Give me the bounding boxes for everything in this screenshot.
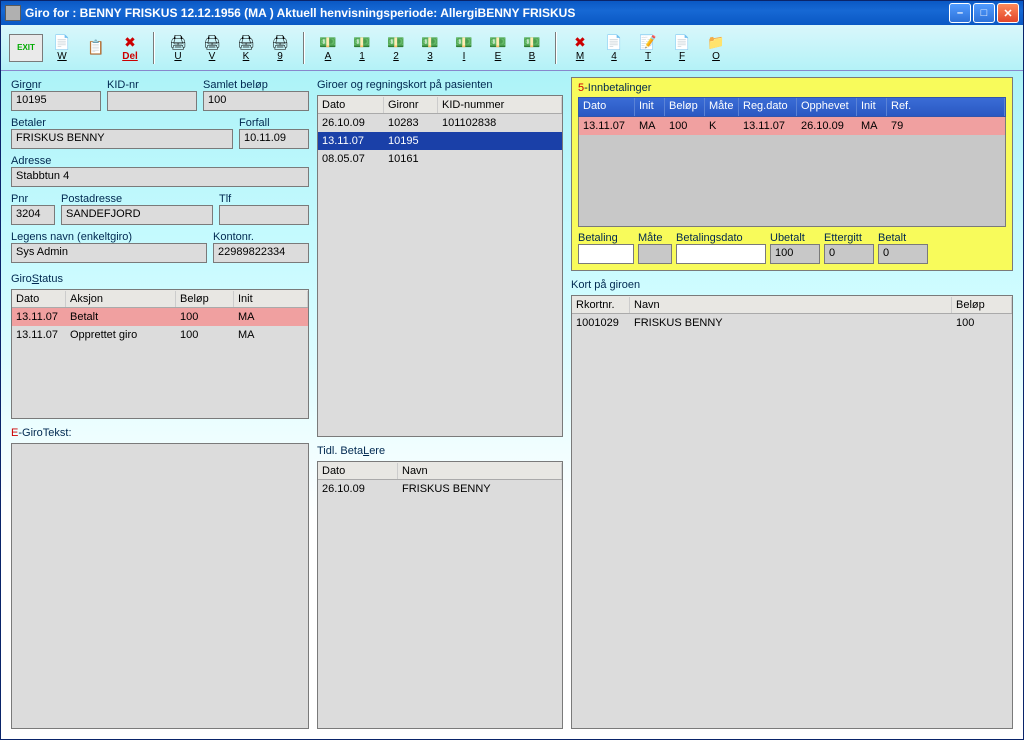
innb-table[interactable]: 13.11.07MA100K13.11.0726.10.09MA79 — [578, 117, 1006, 227]
kontonr-label: Kontonr. — [213, 231, 309, 243]
toolbar-sep-1 — [153, 32, 155, 64]
betdato-label: Betalingsdato — [676, 232, 766, 244]
kort-table[interactable]: Rkortnr. Navn Beløp 1001029FRISKUS BENNY… — [571, 295, 1013, 729]
gironr-input[interactable]: 10195 — [11, 91, 101, 111]
tool-blank[interactable]: 📋 — [81, 39, 111, 57]
exit-button[interactable]: EXIT — [9, 34, 43, 62]
tool-i[interactable]: 💵I — [449, 33, 479, 62]
table-row[interactable]: 13.11.0710195 — [318, 132, 562, 150]
betalt-label: Betalt — [878, 232, 928, 244]
betaling-input[interactable] — [578, 244, 634, 264]
betaler-input[interactable]: FRISKUS BENNY — [11, 129, 233, 149]
gironr-label: Gironr — [11, 79, 101, 91]
adresse-input[interactable]: Stabbtun 4 — [11, 167, 309, 187]
kort-label: Kort på giroen — [571, 279, 1013, 291]
maximize-button[interactable]: □ — [973, 3, 995, 23]
legens-input[interactable]: Sys Admin — [11, 243, 207, 263]
tool-w[interactable]: 📄W — [47, 33, 77, 62]
tool-1[interactable]: 💵1 — [347, 33, 377, 62]
app-icon — [5, 5, 21, 21]
forfall-input[interactable]: 10.11.09 — [239, 129, 309, 149]
betdato-input[interactable] — [676, 244, 766, 264]
giroer-head: Dato Gironr KID-nummer — [318, 96, 562, 114]
toolbar-sep-2 — [303, 32, 305, 64]
app-window: Giro for : BENNY FRISKUS 12.12.1956 (MA … — [0, 0, 1024, 740]
middle-column: Giroer og regningskort på pasienten Dato… — [317, 77, 563, 729]
table-row[interactable]: 26.10.09FRISKUS BENNY — [318, 480, 562, 498]
toolbar-sep-3 — [555, 32, 557, 64]
window-title: Giro for : BENNY FRISKUS 12.12.1956 (MA … — [25, 6, 949, 20]
table-row[interactable]: 13.11.07Opprettet giro100MA — [12, 326, 308, 344]
samlet-input[interactable]: 100 — [203, 91, 309, 111]
tlf-input[interactable] — [219, 205, 309, 225]
giroer-label: Giroer og regningskort på pasienten — [317, 79, 563, 91]
girostatus-label: GiroStatus — [11, 273, 309, 285]
right-column: 5-Innbetalinger Dato Init Beløp Måte Reg… — [571, 77, 1013, 729]
ubetalt-label: Ubetalt — [770, 232, 820, 244]
tool-4[interactable]: 📄4 — [599, 33, 629, 62]
innb-head: Dato Init Beløp Måte Reg.dato Opphevet I… — [578, 97, 1006, 117]
titlebar: Giro for : BENNY FRISKUS 12.12.1956 (MA … — [1, 1, 1023, 25]
table-row[interactable]: 13.11.07Betalt100MA — [12, 308, 308, 326]
betalt-input[interactable]: 0 — [878, 244, 928, 264]
tool-9[interactable]: 🖨9 — [265, 33, 295, 62]
table-row[interactable]: 13.11.07MA100K13.11.0726.10.09MA79 — [579, 117, 1005, 135]
tool-2[interactable]: 💵2 — [381, 33, 411, 62]
toolbar: EXIT 📄W 📋 ✖Del 🖨U 🖨V 🖨K 🖨9 💵A 💵1 💵2 💵3 💵… — [1, 25, 1023, 71]
left-column: Gironr 10195 KID-nr Samlet beløp 100 Bet… — [11, 77, 309, 729]
close-button[interactable]: ✕ — [997, 3, 1019, 23]
tlf-label: Tlf — [219, 193, 309, 205]
legens-label: Legens navn (enkeltgiro) — [11, 231, 207, 243]
pnr-label: Pnr — [11, 193, 55, 205]
kid-label: KID-nr — [107, 79, 197, 91]
ettergitt-label: Ettergitt — [824, 232, 874, 244]
kid-input[interactable] — [107, 91, 197, 111]
egiro-label: E-GiroTekst: — [11, 427, 309, 439]
egiro-textarea[interactable] — [11, 443, 309, 729]
mate-input[interactable] — [638, 244, 672, 264]
tool-v[interactable]: 🖨V — [197, 33, 227, 62]
betaling-label: Betaling — [578, 232, 634, 244]
girostatus-table[interactable]: Dato Aksjon Beløp Init 13.11.07Betalt100… — [11, 289, 309, 419]
tool-f[interactable]: 📄F — [667, 33, 697, 62]
table-row[interactable]: 08.05.0710161 — [318, 150, 562, 168]
tool-del[interactable]: ✖Del — [115, 33, 145, 62]
betaler-label: Betaler — [11, 117, 233, 129]
post-label: Postadresse — [61, 193, 213, 205]
tool-a[interactable]: 💵A — [313, 33, 343, 62]
kort-head: Rkortnr. Navn Beløp — [572, 296, 1012, 314]
content-area: Gironr 10195 KID-nr Samlet beløp 100 Bet… — [1, 71, 1023, 739]
tool-3[interactable]: 💵3 — [415, 33, 445, 62]
tool-t[interactable]: 📝T — [633, 33, 663, 62]
tidl-label: Tidl. BetaLere — [317, 445, 563, 457]
tool-u[interactable]: 🖨U — [163, 33, 193, 62]
tool-e[interactable]: 💵E — [483, 33, 513, 62]
tool-m[interactable]: ✖M — [565, 33, 595, 62]
minimize-button[interactable]: – — [949, 3, 971, 23]
giroer-table[interactable]: Dato Gironr KID-nummer 26.10.09102831011… — [317, 95, 563, 437]
post-input[interactable]: SANDEFJORD — [61, 205, 213, 225]
innb-label: 5-Innbetalinger — [578, 82, 1006, 94]
samlet-label: Samlet beløp — [203, 79, 309, 91]
kontonr-input[interactable]: 22989822334 — [213, 243, 309, 263]
adresse-label: Adresse — [11, 155, 309, 167]
forfall-label: Forfall — [239, 117, 309, 129]
table-row[interactable]: 26.10.0910283101102838 — [318, 114, 562, 132]
table-row[interactable]: 1001029FRISKUS BENNY100 — [572, 314, 1012, 332]
girostatus-head: Dato Aksjon Beløp Init — [12, 290, 308, 308]
innbetalinger-panel: 5-Innbetalinger Dato Init Beløp Måte Reg… — [571, 77, 1013, 271]
ettergitt-input[interactable]: 0 — [824, 244, 874, 264]
mate-label: Måte — [638, 232, 672, 244]
tidl-table[interactable]: Dato Navn 26.10.09FRISKUS BENNY — [317, 461, 563, 729]
pnr-input[interactable]: 3204 — [11, 205, 55, 225]
tool-k[interactable]: 🖨K — [231, 33, 261, 62]
ubetalt-input[interactable]: 100 — [770, 244, 820, 264]
tool-o[interactable]: 📁O — [701, 33, 731, 62]
tidl-head: Dato Navn — [318, 462, 562, 480]
tool-b[interactable]: 💵B — [517, 33, 547, 62]
